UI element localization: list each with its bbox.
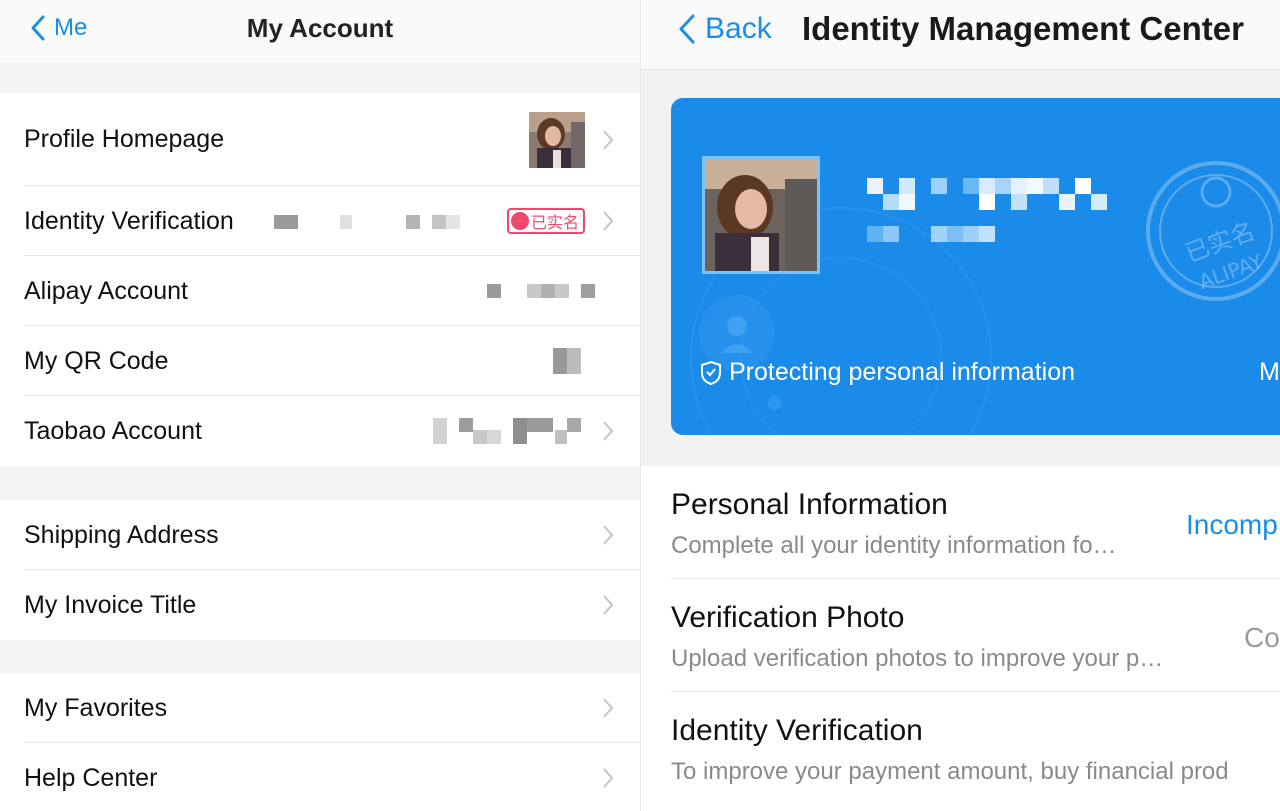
chevron-right-icon <box>603 595 614 615</box>
row-taobao-account[interactable]: Taobao Account <box>0 396 640 466</box>
row-my-qr-code[interactable]: My QR Code <box>0 326 640 396</box>
back-label: Back <box>705 12 772 45</box>
chevron-left-icon <box>679 14 695 44</box>
row-label: My Favorites <box>24 693 168 722</box>
row-subtitle: Upload verification photos to improve yo… <box>671 645 1164 672</box>
verified-stamp-icon: 已实名 ALIPAY <box>1141 156 1280 306</box>
chevron-right-icon <box>603 129 614 150</box>
misc-group: My Favorites Help Center <box>0 673 640 811</box>
identity-card[interactable]: 已实名 ALIPAY Protecting personal informati… <box>671 98 1280 435</box>
chevron-right-icon <box>603 768 614 788</box>
chevron-right-icon <box>603 698 614 718</box>
row-label: Profile Homepage <box>24 125 225 153</box>
row-label: My QR Code <box>24 346 169 375</box>
nav-bar: Back Identity Management Center <box>641 0 1280 70</box>
chevron-right-icon <box>603 211 614 231</box>
status-label: Incomp <box>1186 509 1278 540</box>
avatar <box>529 112 585 168</box>
account-group: Profile Homepage Identity Verification 已… <box>0 93 640 466</box>
row-title: Personal Information <box>671 488 948 521</box>
row-profile-homepage[interactable]: Profile Homepage <box>0 93 640 186</box>
row-personal-information[interactable]: Personal Information Complete all your i… <box>641 466 1280 579</box>
row-my-invoice-title[interactable]: My Invoice Title <box>0 570 640 640</box>
back-button[interactable]: Back <box>677 12 772 46</box>
row-title: Verification Photo <box>671 601 905 634</box>
row-verification-photo[interactable]: Verification Photo Upload verification p… <box>641 579 1280 692</box>
my-account-screen: Me My Account Profile Homepage Identity … <box>0 0 640 811</box>
chevron-right-icon <box>603 525 614 545</box>
chevron-right-icon <box>603 421 614 441</box>
row-label: Help Center <box>24 763 158 792</box>
card-footer-right[interactable]: M <box>1259 358 1280 387</box>
identity-management-screen: Back Identity Management Center 已实名 ALIP… <box>640 0 1280 811</box>
row-label: Shipping Address <box>24 520 219 549</box>
user-badge-icon <box>510 212 529 230</box>
nav-bar: Me My Account <box>0 0 640 62</box>
row-label: Alipay Account <box>24 276 188 305</box>
row-label: Identity Verification <box>24 206 234 235</box>
row-my-favorites[interactable]: My Favorites <box>0 673 640 743</box>
row-help-center[interactable]: Help Center <box>0 743 640 811</box>
row-label: Taobao Account <box>24 416 202 445</box>
row-identity-verification[interactable]: Identity Verification To improve your pa… <box>641 692 1280 805</box>
card-footer-text: Protecting personal information <box>729 358 1076 386</box>
row-subtitle: To improve your payment amount, buy fina… <box>671 758 1229 785</box>
card-footer: Protecting personal information <box>699 358 1075 387</box>
row-title: Identity Verification <box>671 714 923 747</box>
row-label: My Invoice Title <box>24 590 197 619</box>
status-label: Co <box>1244 622 1280 653</box>
row-identity-verification[interactable]: Identity Verification 已实名 <box>0 186 640 256</box>
address-group: Shipping Address My Invoice Title <box>0 500 640 640</box>
row-subtitle: Complete all your identity information f… <box>671 532 1117 559</box>
page-title: Identity Management Center <box>802 10 1244 47</box>
badge-label: 已实名 <box>530 213 579 232</box>
row-alipay-account[interactable]: Alipay Account <box>0 256 640 326</box>
row-shipping-address[interactable]: Shipping Address <box>0 500 640 570</box>
page-title: My Account <box>246 13 394 43</box>
profile-photo <box>702 156 820 274</box>
verified-badge: 已实名 <box>506 208 585 234</box>
shield-icon <box>701 360 721 385</box>
